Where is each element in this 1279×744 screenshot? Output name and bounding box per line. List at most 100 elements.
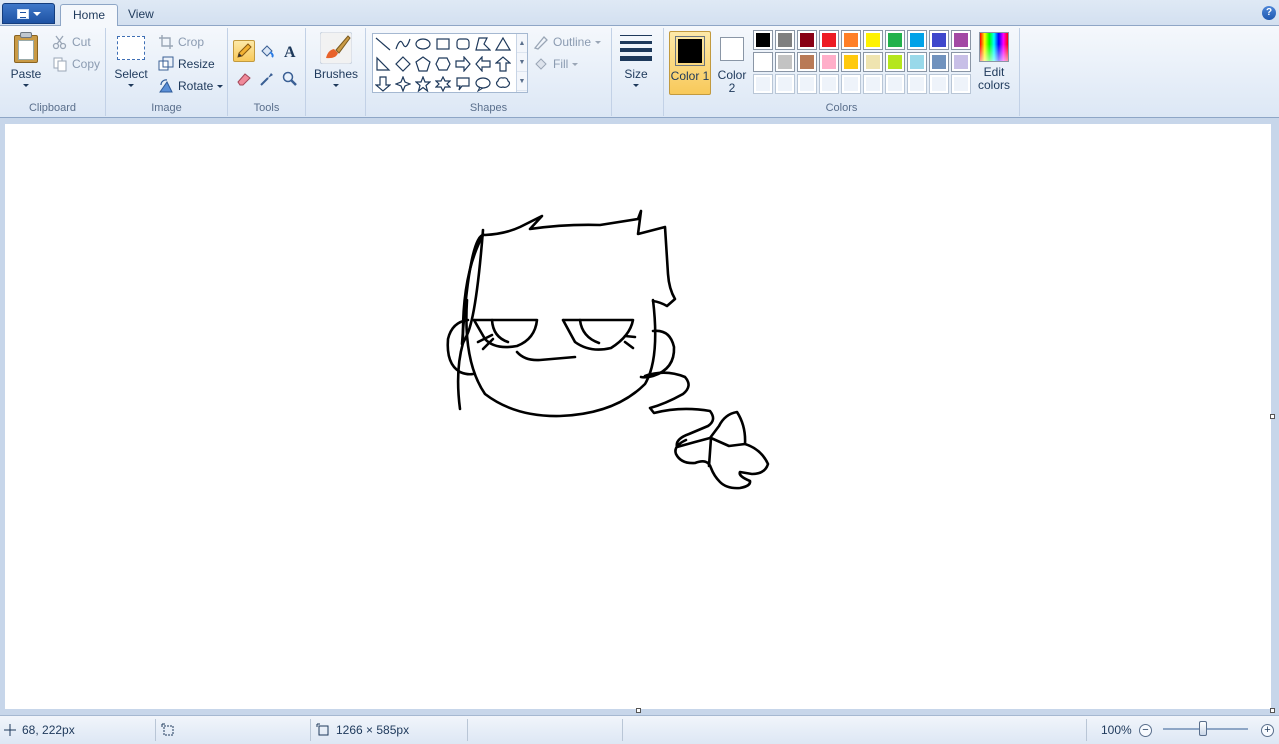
palette-empty-swatch[interactable] bbox=[907, 74, 927, 94]
gallery-more-icon[interactable]: ▼ bbox=[517, 72, 527, 91]
palette-empty-swatch[interactable] bbox=[753, 74, 773, 94]
resize-handle-corner[interactable] bbox=[1270, 708, 1275, 713]
color1-button[interactable]: Color 1 bbox=[669, 31, 711, 95]
color2-button[interactable]: Color 2 bbox=[713, 31, 751, 95]
image-group: Select Crop Resize Rotate Image bbox=[106, 28, 228, 116]
palette-color-swatch[interactable] bbox=[819, 30, 839, 50]
palette-color-swatch[interactable] bbox=[819, 52, 839, 72]
palette-color-swatch[interactable] bbox=[929, 52, 949, 72]
rectangle-shape[interactable] bbox=[433, 34, 453, 54]
pencil-tool[interactable] bbox=[233, 40, 255, 62]
image-group-label: Image bbox=[151, 102, 182, 114]
triangle-shape[interactable] bbox=[493, 34, 513, 54]
scroll-up-icon[interactable]: ▲ bbox=[517, 34, 527, 53]
down-arrow-icon bbox=[375, 76, 391, 92]
palette-color-swatch[interactable] bbox=[775, 30, 795, 50]
cloud-callout-shape[interactable] bbox=[493, 74, 513, 94]
paste-button[interactable]: Paste bbox=[8, 32, 44, 87]
palette-color-swatch[interactable] bbox=[797, 52, 817, 72]
palette-color-swatch[interactable] bbox=[951, 30, 971, 50]
fill-button[interactable]: Fill bbox=[533, 55, 579, 73]
drawing-canvas[interactable] bbox=[5, 124, 1271, 709]
line-size-icon bbox=[620, 32, 652, 64]
palette-color-swatch[interactable] bbox=[863, 30, 883, 50]
scroll-down-icon[interactable]: ▼ bbox=[517, 53, 527, 72]
text-tool[interactable]: A bbox=[279, 40, 301, 62]
palette-empty-swatch[interactable] bbox=[885, 74, 905, 94]
palette-color-swatch[interactable] bbox=[885, 52, 905, 72]
five-point-star-shape[interactable] bbox=[413, 74, 433, 94]
right-triangle-shape[interactable] bbox=[373, 54, 393, 74]
tab-view[interactable]: View bbox=[116, 4, 166, 26]
status-separator bbox=[467, 719, 468, 741]
palette-color-swatch[interactable] bbox=[929, 30, 949, 50]
curve-shape[interactable] bbox=[393, 34, 413, 54]
palette-color-swatch[interactable] bbox=[753, 30, 773, 50]
resize-handle-right[interactable] bbox=[1270, 414, 1275, 419]
tab-home[interactable]: Home bbox=[60, 4, 119, 27]
size-button[interactable]: Size bbox=[618, 32, 654, 87]
zoom-out-button[interactable]: − bbox=[1139, 722, 1152, 738]
zoom-in-button[interactable]: + bbox=[1261, 722, 1274, 738]
polygon-shape[interactable] bbox=[473, 34, 493, 54]
palette-color-swatch[interactable] bbox=[753, 52, 773, 72]
chevron-down-icon bbox=[633, 84, 639, 87]
oval-shape[interactable] bbox=[413, 34, 433, 54]
select-icon bbox=[115, 32, 147, 64]
color-picker-tool[interactable] bbox=[256, 68, 278, 90]
palette-empty-swatch[interactable] bbox=[797, 74, 817, 94]
down-arrow-shape[interactable] bbox=[373, 74, 393, 94]
help-button[interactable]: ? bbox=[1262, 6, 1276, 20]
outline-button[interactable]: Outline bbox=[533, 33, 602, 51]
right-arrow-shape[interactable] bbox=[453, 54, 473, 74]
magnifier-tool[interactable] bbox=[279, 68, 301, 90]
palette-color-swatch[interactable] bbox=[841, 52, 861, 72]
palette-color-swatch[interactable] bbox=[907, 30, 927, 50]
six-point-star-shape[interactable] bbox=[433, 74, 453, 94]
rotate-button[interactable]: Rotate bbox=[158, 77, 224, 95]
palette-empty-swatch[interactable] bbox=[775, 74, 795, 94]
palette-color-swatch[interactable] bbox=[797, 30, 817, 50]
palette-empty-swatch[interactable] bbox=[951, 74, 971, 94]
zoom-level: 100% bbox=[1101, 723, 1132, 737]
oval-callout-shape[interactable] bbox=[473, 74, 493, 94]
hexagon-shape[interactable] bbox=[433, 54, 453, 74]
line-shape[interactable] bbox=[373, 34, 393, 54]
rounded-callout-shape[interactable] bbox=[453, 74, 473, 94]
brushes-button[interactable]: Brushes bbox=[314, 31, 358, 87]
palette-empty-swatch[interactable] bbox=[929, 74, 949, 94]
select-button[interactable]: Select bbox=[114, 32, 148, 87]
palette-color-swatch[interactable] bbox=[775, 52, 795, 72]
shapes-gallery-scroll[interactable]: ▲ ▼ ▼ bbox=[516, 34, 527, 92]
left-arrow-shape[interactable] bbox=[473, 54, 493, 74]
edit-colors-button[interactable]: Edit colors bbox=[976, 32, 1012, 92]
eraser-tool[interactable] bbox=[233, 68, 255, 90]
resize-handle-bottom[interactable] bbox=[636, 708, 641, 713]
pentagon-shape[interactable] bbox=[413, 54, 433, 74]
right-triangle-icon bbox=[376, 56, 391, 71]
left-arrow-icon bbox=[475, 56, 491, 72]
chevron-down-icon bbox=[217, 84, 224, 88]
color-picker-icon bbox=[260, 73, 273, 86]
fill-tool[interactable] bbox=[256, 40, 278, 62]
zoom-slider-thumb[interactable] bbox=[1198, 721, 1207, 736]
palette-color-swatch[interactable] bbox=[863, 52, 883, 72]
palette-empty-swatch[interactable] bbox=[819, 74, 839, 94]
up-arrow-shape[interactable] bbox=[493, 54, 513, 74]
palette-color-swatch[interactable] bbox=[907, 52, 927, 72]
copy-button[interactable]: Copy bbox=[52, 55, 100, 73]
diamond-shape[interactable] bbox=[393, 54, 413, 74]
text-icon: A bbox=[284, 44, 296, 59]
cut-button[interactable]: Cut bbox=[52, 33, 91, 51]
resize-button[interactable]: Resize bbox=[158, 55, 215, 73]
palette-empty-swatch[interactable] bbox=[841, 74, 861, 94]
app-menu-button[interactable] bbox=[2, 3, 55, 24]
four-point-star-shape[interactable] bbox=[393, 74, 413, 94]
color2-swatch bbox=[720, 37, 744, 61]
crop-button[interactable]: Crop bbox=[158, 33, 204, 51]
palette-color-swatch[interactable] bbox=[885, 30, 905, 50]
palette-color-swatch[interactable] bbox=[841, 30, 861, 50]
palette-color-swatch[interactable] bbox=[951, 52, 971, 72]
palette-empty-swatch[interactable] bbox=[863, 74, 883, 94]
rounded-rectangle-shape[interactable] bbox=[453, 34, 473, 54]
